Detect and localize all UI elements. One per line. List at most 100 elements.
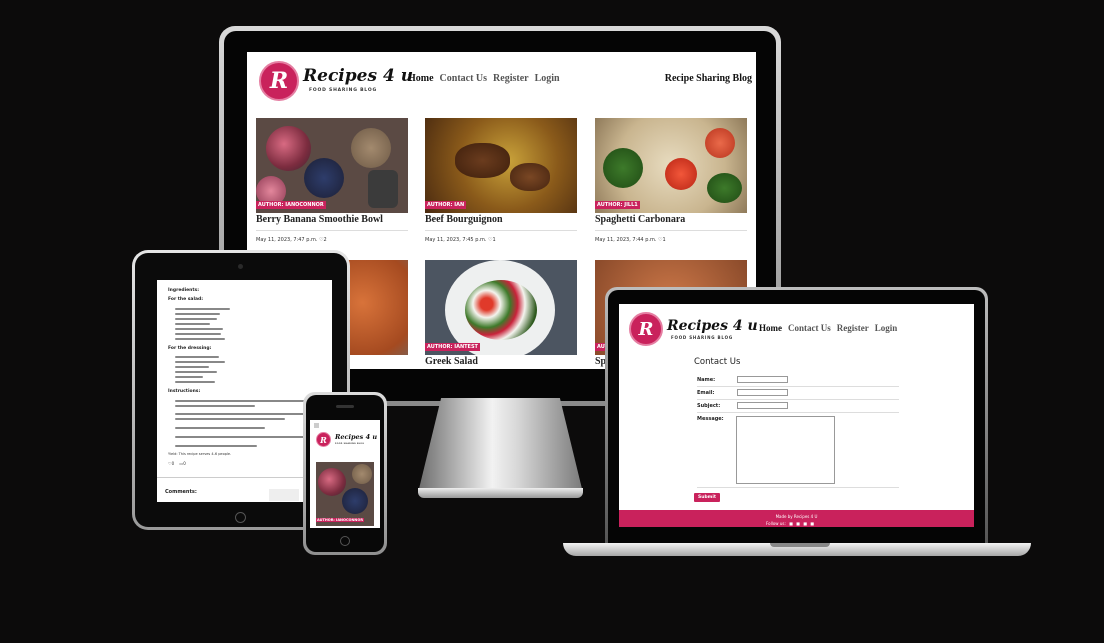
- card-author-badge[interactable]: AUTHOR: IANTEST: [425, 343, 480, 351]
- ingredients-heading: Ingredients:: [168, 288, 200, 293]
- instruction-line: [175, 445, 257, 447]
- ingredient-line: [175, 381, 215, 383]
- submit-button[interactable]: Submit: [694, 493, 721, 502]
- tablet-home-button[interactable]: [235, 512, 246, 523]
- recipe-image-beef[interactable]: [425, 118, 577, 213]
- youtube-icon[interactable]: ■: [810, 521, 814, 526]
- logo-mark: R: [259, 61, 299, 101]
- logo-title: Recipes 4 u: [303, 66, 414, 87]
- blog-title: Recipe Sharing Blog: [664, 73, 752, 84]
- divider: [697, 487, 899, 488]
- menu-icon[interactable]: [314, 423, 319, 428]
- laptop-screen: R Recipes 4 u FOOD SHARING BLOG Home Con…: [619, 304, 974, 527]
- recipe-image-pasta[interactable]: [595, 118, 747, 213]
- divider: [595, 230, 747, 231]
- logo-title: Recipes 4 u: [667, 317, 758, 334]
- card-author-badge[interactable]: AUTHOR: IAN: [425, 201, 467, 209]
- comments-heading: Comments:: [165, 489, 197, 495]
- message-label: Message:: [697, 416, 724, 422]
- ingredient-line: [175, 318, 217, 320]
- recipe-yield: Yield: This recipe serves 4-6 people.: [168, 452, 232, 456]
- laptop-nav: Home Contact Us Register Login: [759, 323, 903, 333]
- logo-tagline: FOOD SHARING BLOG: [335, 442, 365, 445]
- twitter-icon[interactable]: ■: [796, 521, 800, 526]
- card-author-badge[interactable]: AUTHOR: JILL1: [595, 201, 640, 209]
- subject-label: Subject:: [697, 402, 721, 409]
- facebook-icon[interactable]: ■: [789, 521, 793, 526]
- message-field[interactable]: [736, 416, 835, 484]
- nav-login[interactable]: Login: [875, 323, 898, 333]
- comment-box[interactable]: [269, 489, 299, 501]
- card-meta: May 11, 2023, 7:44 p.m. ♡1: [595, 237, 666, 243]
- nav-home[interactable]: Home: [408, 73, 434, 84]
- logo-title: Recipes 4 u: [335, 433, 378, 442]
- card-title[interactable]: Spaghetti Carbonara: [595, 214, 685, 225]
- ingredient-line: [175, 356, 219, 358]
- like-count: 2: [323, 237, 327, 243]
- ingredient-line: [175, 361, 225, 363]
- nav-home[interactable]: Home: [759, 323, 782, 333]
- nav-register[interactable]: Register: [837, 323, 869, 333]
- site-logo[interactable]: R Recipes 4 u FOOD SHARING BLOG: [629, 312, 758, 346]
- monitor-stand-base: [418, 488, 583, 498]
- instruction-line: [175, 427, 265, 429]
- email-label: Email:: [697, 389, 715, 396]
- nav-register[interactable]: Register: [493, 73, 529, 84]
- site-footer: Made by Recipes 4 U Follow us: ■ ■ ■ ■: [619, 510, 974, 527]
- dressing-heading: For the dressing:: [168, 346, 212, 351]
- salad-heading: For the salad:: [168, 297, 204, 302]
- ingredient-line: [175, 323, 210, 325]
- footer-follow: Follow us: ■ ■ ■ ■: [766, 521, 814, 526]
- ingredient-line: [175, 366, 209, 368]
- nav-contact[interactable]: Contact Us: [440, 73, 488, 84]
- divider: [697, 386, 899, 387]
- email-row: Email:: [697, 389, 788, 396]
- card-author-badge[interactable]: AUTHOR: IANOCONNOR: [316, 518, 365, 522]
- subject-field[interactable]: [737, 402, 788, 409]
- contact-title: Contact Us: [694, 357, 741, 367]
- instruction-line: [175, 418, 285, 420]
- like-count: 1: [492, 237, 496, 243]
- phone-speaker: [336, 405, 354, 408]
- ingredient-line: [175, 328, 223, 330]
- card-title[interactable]: Beef Bourguignon: [425, 214, 503, 225]
- like-count: 1: [662, 237, 666, 243]
- card-title[interactable]: Greek Salad: [425, 356, 478, 367]
- comment-count: 0: [183, 461, 186, 466]
- card-date: May 11, 2023, 7:47 p.m.: [256, 237, 318, 243]
- site-logo[interactable]: R Recipes 4 u FOOD SHARING BLOG: [259, 61, 413, 101]
- instruction-line: [175, 405, 255, 407]
- nav-login[interactable]: Login: [535, 73, 560, 84]
- recipe-image-smoothie[interactable]: [256, 118, 408, 213]
- name-label: Name:: [697, 376, 716, 383]
- phone-home-button[interactable]: [340, 536, 350, 546]
- phone-screen: R Recipes 4 u FOOD SHARING BLOG AUTHOR: …: [310, 420, 380, 528]
- card-meta: May 11, 2023, 7:45 p.m. ♡1: [425, 237, 496, 243]
- logo-mark: R: [316, 432, 331, 447]
- name-row: Name:: [697, 376, 788, 383]
- footer-made-by: Made by Recipes 4 U: [775, 514, 818, 519]
- instagram-icon[interactable]: ■: [803, 521, 807, 526]
- ingredient-line: [175, 338, 225, 340]
- laptop-notch: [770, 543, 830, 547]
- tablet-camera: [238, 264, 243, 269]
- email-field[interactable]: [737, 389, 788, 396]
- card-date: May 11, 2023, 7:44 p.m.: [595, 237, 657, 243]
- card-title[interactable]: Berry Banana Smoothie Bowl: [256, 214, 383, 225]
- recipe-image-smoothie[interactable]: [316, 462, 374, 526]
- logo-mark: R: [629, 312, 663, 346]
- card-author-badge[interactable]: AUTHOR: IANOCONNOR: [256, 201, 326, 209]
- instruction-line: [175, 436, 305, 438]
- nav-contact[interactable]: Contact Us: [788, 323, 831, 333]
- desktop-nav: Home Contact Us Register Login: [408, 73, 566, 84]
- subject-row: Subject:: [697, 402, 788, 409]
- card-date: May 11, 2023, 7:45 p.m.: [425, 237, 487, 243]
- card-meta: May 11, 2023, 7:47 p.m. ♡2: [256, 237, 327, 243]
- name-field[interactable]: [737, 376, 788, 383]
- logo-tagline: FOOD SHARING BLOG: [309, 88, 377, 94]
- like-count: 0: [171, 461, 175, 466]
- divider: [256, 230, 408, 231]
- recipe-image-salad[interactable]: [425, 260, 577, 355]
- site-logo[interactable]: R Recipes 4 u FOOD SHARING BLOG: [316, 432, 377, 447]
- ingredient-line: [175, 333, 221, 335]
